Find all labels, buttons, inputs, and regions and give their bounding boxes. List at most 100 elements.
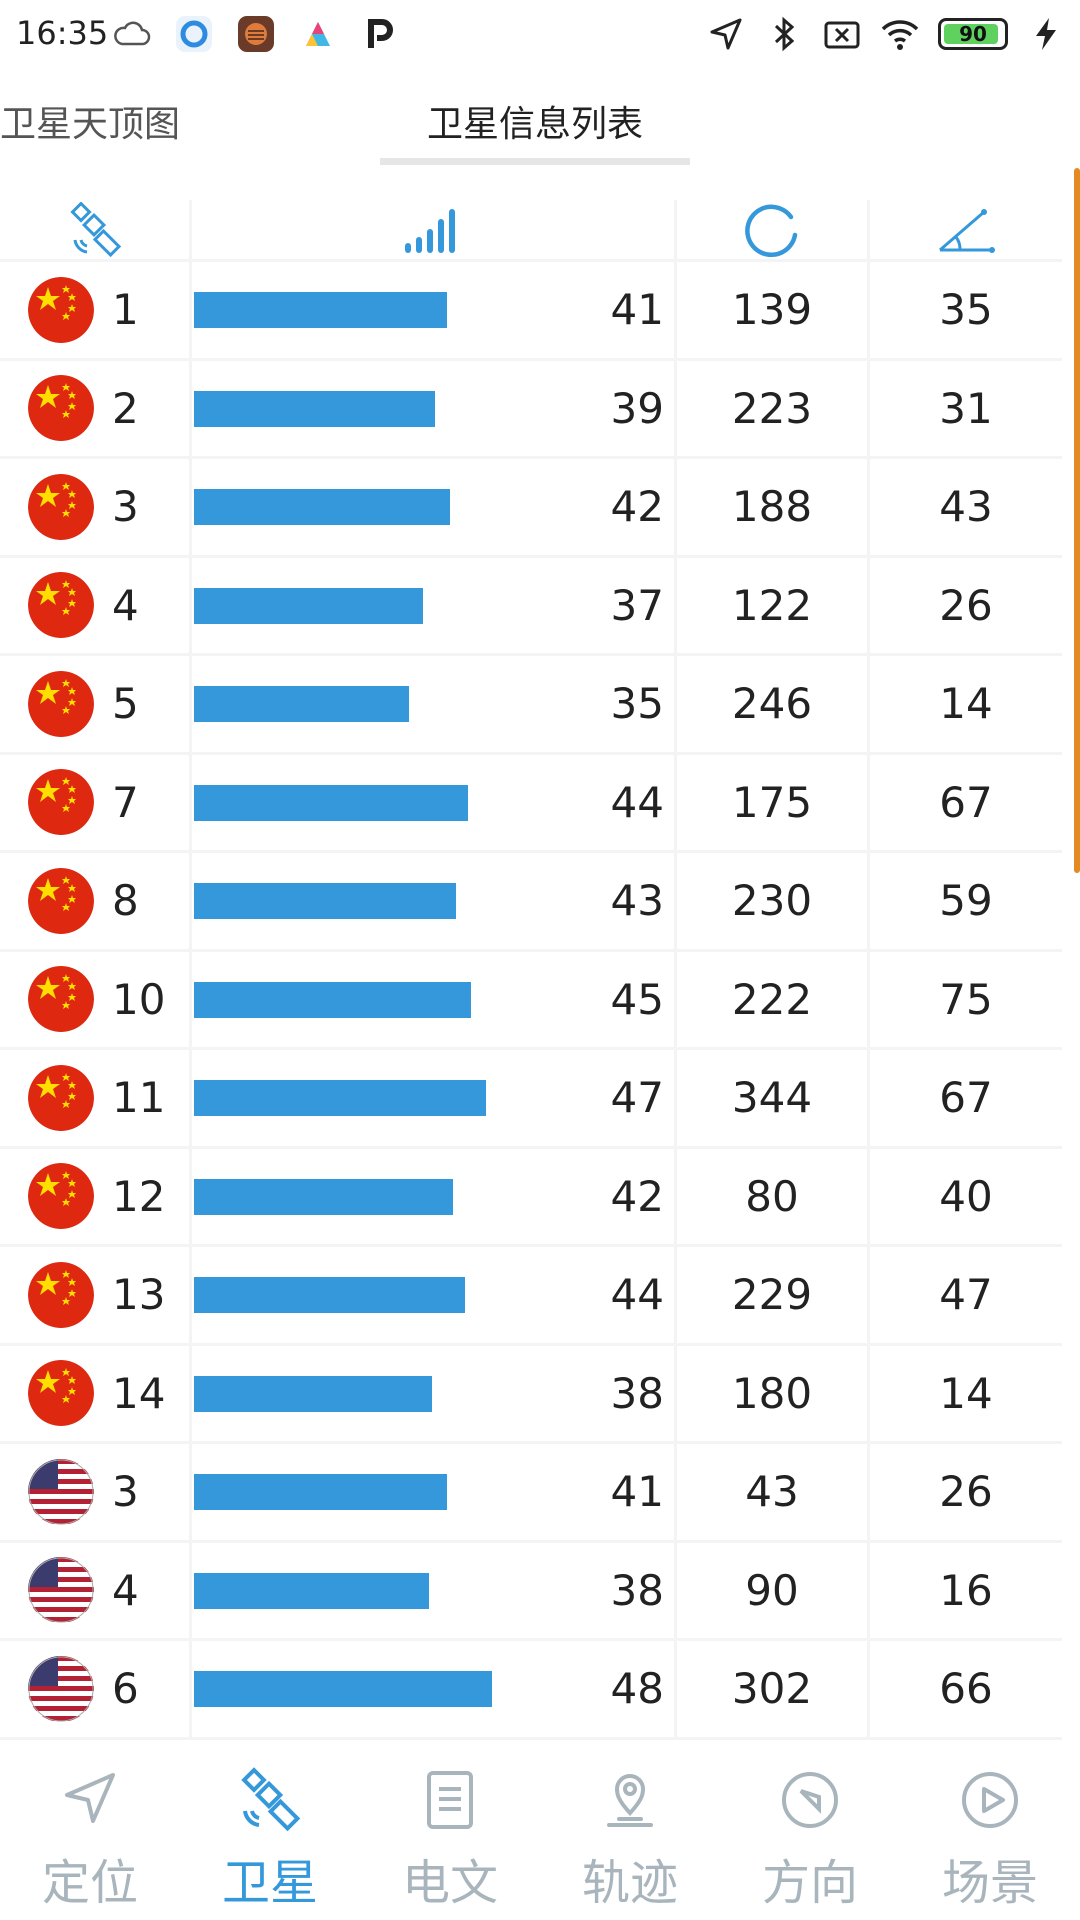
signal-cell: 48 (192, 1641, 677, 1737)
signal-value: 42 (610, 482, 664, 532)
signal-cell: 47 (192, 1050, 677, 1146)
table-header (0, 200, 1062, 262)
elevation-value: 67 (939, 777, 993, 827)
nav-item-document[interactable]: 电文 (360, 1745, 540, 1920)
signal-bar (194, 1277, 465, 1313)
tab-bar: 卫星天顶图 卫星信息列表 (0, 90, 1080, 166)
signal-cell: 42 (192, 459, 677, 555)
elevation-value: 16 (939, 1565, 993, 1615)
location-icon (706, 14, 746, 54)
navigation-arrow-icon (57, 1745, 123, 1837)
satellite-cell: 5 (0, 656, 192, 752)
map-app-icon (298, 14, 338, 54)
table-row[interactable]: 10 45 222 75 (0, 951, 1062, 1050)
table-row[interactable]: 7 44 175 67 (0, 754, 1062, 853)
signal-bar (194, 587, 423, 624)
satellite-prn: 14 (112, 1368, 166, 1418)
status-time: 16:35 (16, 14, 109, 52)
battery-level: 90 (959, 22, 987, 46)
signal-cell: 38 (192, 1345, 677, 1441)
table-row[interactable]: 3 42 188 43 (0, 459, 1062, 558)
table-row[interactable]: 8 43 230 59 (0, 853, 1062, 952)
nav-item-compass[interactable]: 方向 (720, 1745, 900, 1920)
signal-value: 44 (610, 1270, 664, 1320)
tab-sky-view[interactable]: 卫星天顶图 (0, 90, 180, 160)
elevation-value: 26 (939, 580, 993, 630)
table-row[interactable]: 11 47 344 67 (0, 1050, 1062, 1149)
satellite-cell: 1 (0, 262, 192, 358)
table-row[interactable]: 5 35 246 14 (0, 656, 1062, 755)
nav-item-satellite[interactable]: 卫星 (180, 1745, 360, 1920)
nav-item-play-circle[interactable]: 场景 (900, 1745, 1080, 1920)
satellite-prn: 1 (112, 285, 139, 335)
azimuth-value: 222 (677, 951, 870, 1047)
table-row[interactable]: 12 42 80 40 (0, 1148, 1062, 1247)
compass-icon (777, 1745, 843, 1837)
satellite-prn: 4 (112, 580, 139, 630)
signal-bar (194, 1474, 447, 1510)
nav-label: 场景 (941, 1855, 1038, 1911)
header-elevation (870, 200, 1062, 262)
china-flag-icon (28, 670, 94, 737)
signal-bar (194, 1080, 486, 1116)
cloud-icon (112, 14, 152, 54)
signal-cell: 44 (192, 754, 677, 850)
satellite-cell: 12 (0, 1148, 192, 1244)
table-row[interactable]: 14 38 180 14 (0, 1345, 1062, 1444)
charging-icon (1026, 14, 1066, 54)
china-flag-icon (28, 375, 94, 442)
signal-cell: 38 (192, 1542, 677, 1638)
signal-value: 41 (610, 1467, 664, 1517)
elevation-angle-icon (939, 208, 995, 253)
signal-cell: 37 (192, 557, 677, 653)
elevation-value: 35 (939, 285, 993, 335)
table-row[interactable]: 4 38 90 16 (0, 1542, 1062, 1641)
signal-value: 47 (610, 1073, 664, 1123)
satellite-prn: 2 (112, 383, 139, 433)
azimuth-value: 302 (677, 1641, 870, 1737)
header-signal (192, 200, 677, 262)
table-row[interactable]: 1 41 139 35 (0, 262, 1062, 361)
satellite-cell: 14 (0, 1345, 192, 1441)
table-row[interactable]: 4 37 122 26 (0, 557, 1062, 656)
table-row[interactable]: 3 41 43 26 (0, 1444, 1062, 1543)
nav-label: 电文 (401, 1855, 498, 1911)
azimuth-value: 80 (677, 1148, 870, 1244)
signal-cell: 42 (192, 1148, 677, 1244)
scrollbar[interactable] (1074, 168, 1080, 873)
signal-value: 41 (610, 285, 664, 335)
satellite-cell: 11 (0, 1050, 192, 1146)
satellite-cell: 6 (0, 1641, 192, 1737)
china-flag-icon (28, 1064, 94, 1131)
elevation-value: 14 (939, 679, 993, 729)
china-flag-icon (28, 572, 94, 639)
satellite-cell: 4 (0, 557, 192, 653)
signal-cell: 44 (192, 1247, 677, 1343)
signal-bar (194, 686, 409, 722)
table-row[interactable]: 13 44 229 47 (0, 1247, 1062, 1346)
nav-item-navigation-arrow[interactable]: 定位 (0, 1745, 180, 1920)
p-app-icon (360, 14, 400, 54)
satellite-cell: 7 (0, 754, 192, 850)
azimuth-value: 188 (677, 459, 870, 555)
nav-label: 轨迹 (581, 1855, 678, 1911)
elevation-value: 59 (939, 876, 993, 926)
table-row[interactable]: 6 48 302 66 (0, 1641, 1062, 1740)
nav-item-location-pin[interactable]: 轨迹 (540, 1745, 720, 1920)
status-right-icons: 90 (706, 14, 1066, 54)
satellite-table: 1 41 139 35 2 39 223 31 3 42 188 43 4 37 122 26 5 35 246 14… (0, 200, 1062, 1740)
china-flag-icon (28, 276, 94, 343)
elevation-value: 40 (939, 1171, 993, 1221)
signal-cell: 35 (192, 656, 677, 752)
signal-cell: 39 (192, 360, 677, 456)
elevation-value: 67 (939, 1073, 993, 1123)
table-row[interactable]: 2 39 223 31 (0, 360, 1062, 459)
status-bar: 16:35 90 (0, 0, 1080, 76)
signal-bar (194, 1178, 453, 1215)
signal-bar (194, 1375, 432, 1412)
satellite-icon (69, 201, 121, 257)
signal-bar (194, 390, 435, 427)
azimuth-value: 175 (677, 754, 870, 850)
tab-satellite-list[interactable]: 卫星信息列表 (380, 90, 690, 160)
satellite-prn: 12 (112, 1171, 166, 1221)
